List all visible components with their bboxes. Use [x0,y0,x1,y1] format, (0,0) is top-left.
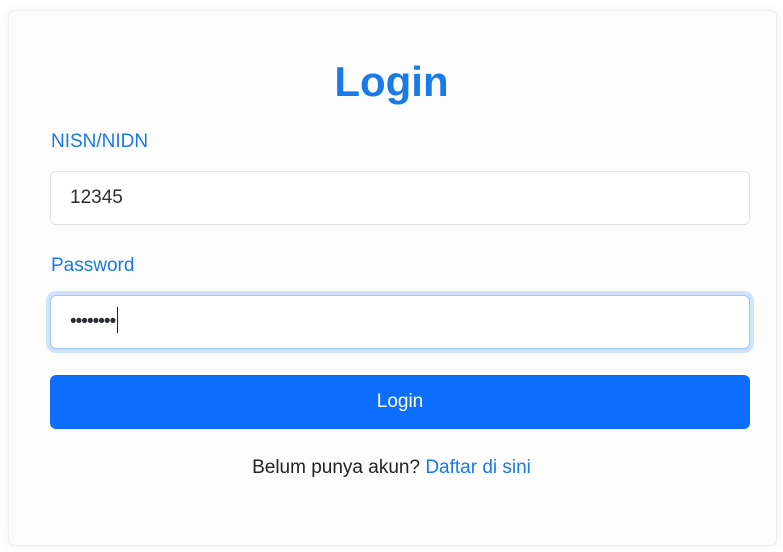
text-caret [117,307,119,334]
password-label: Password [51,255,135,276]
login-page: Login NISN/NIDN 12345 Password •••••••• … [0,0,783,552]
login-button[interactable]: Login [50,375,750,429]
page-title: Login [334,58,449,105]
nisn-input[interactable]: 12345 [50,171,750,225]
password-input-value: •••••••• [70,311,116,332]
password-input[interactable]: •••••••• [50,295,750,349]
nisn-label: NISN/NIDN [51,131,149,152]
register-prompt: Belum punya akun? [252,457,421,478]
register-prompt-line: Belum punya akun? Daftar di sini [0,456,783,480]
register-link[interactable]: Daftar di sini [425,457,531,478]
nisn-input-value: 12345 [70,187,123,208]
